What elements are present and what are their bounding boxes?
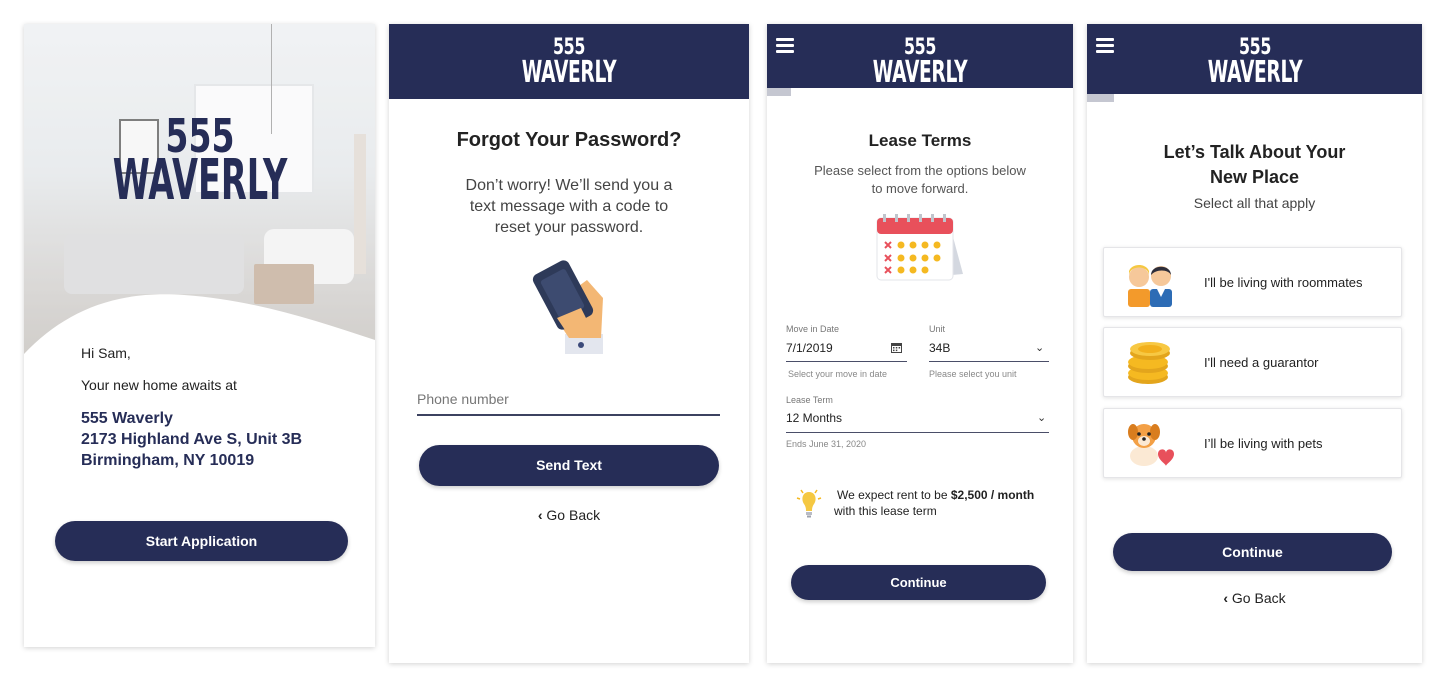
- go-back-label: Go Back: [1231, 590, 1286, 606]
- description-line-2: text message with a code to: [469, 198, 669, 215]
- rent-suffix: with this lease term: [834, 504, 937, 518]
- move-in-label: Move in Date: [786, 324, 840, 334]
- rent-prefix: We expect rent to be: [837, 488, 951, 502]
- page-title: Forgot Your Password?: [456, 129, 682, 151]
- rent-estimate: We expect rent to be $2,500 / month: [837, 487, 1034, 504]
- option-label: I'll need a guarantor: [1204, 355, 1319, 370]
- progress-fill: [1087, 94, 1114, 102]
- logo-word: WAVERLY: [872, 54, 968, 90]
- lease-term-hint: Ends June 31, 2020: [786, 439, 867, 449]
- unit-label: Unit: [929, 324, 946, 334]
- page-subtitle: Select all that apply: [1193, 195, 1316, 211]
- subtitle-line-2: to move forward.: [871, 181, 969, 196]
- lease-subtitle: Please select from the options below to …: [767, 162, 1073, 198]
- start-application-button[interactable]: Start Application: [55, 521, 348, 561]
- brand-logo: 555 WAVERLY: [493, 37, 645, 90]
- brand-logo: 555 WAVERLY: [54, 113, 345, 214]
- brand-logo: 555 WAVERLY: [844, 37, 996, 90]
- logo-word: WAVERLY: [1207, 54, 1302, 90]
- option-guarantor[interactable]: I'll need a guarantor: [1103, 327, 1402, 397]
- title-line-2: New Place: [1209, 167, 1300, 187]
- move-in-underline: [786, 361, 907, 362]
- page-title: Lease Terms: [868, 131, 972, 150]
- menu-icon[interactable]: [776, 38, 794, 53]
- lightbulb-icon: [796, 489, 822, 518]
- send-text-button[interactable]: Send Text: [419, 445, 719, 486]
- greeting: Hi Sam,: [81, 345, 131, 361]
- lease-terms-screen: 555 WAVERLY Lease Terms Please select fr…: [767, 24, 1073, 663]
- move-in-date-field[interactable]: 7/1/2019: [786, 341, 833, 355]
- forgot-description: Don’t worry! We’ll send you a text messa…: [389, 175, 749, 238]
- page-title: Let’s Talk About Your New Place: [1087, 140, 1422, 190]
- logo-word: WAVERLY: [112, 148, 288, 214]
- hero-curve: [24, 294, 375, 382]
- lease-term-label: Lease Term: [786, 395, 833, 405]
- unit-select[interactable]: 34B: [929, 341, 950, 355]
- chevron-left-icon: ‹: [537, 507, 543, 523]
- calendar-small-icon[interactable]: [891, 342, 902, 353]
- description-line-1: Don’t worry! We’ll send you a: [465, 177, 673, 194]
- phone-number-input[interactable]: Phone number: [417, 391, 509, 407]
- header-bar: 555 WAVERLY: [1087, 24, 1422, 94]
- welcome-screen: 555 WAVERLY Hi Sam, Your new home awaits…: [24, 24, 375, 647]
- chevron-down-icon[interactable]: ⌄: [1035, 341, 1044, 354]
- menu-icon[interactable]: [1096, 38, 1114, 53]
- new-place-screen: 555 WAVERLY Let’s Talk About Your New Pl…: [1087, 24, 1422, 663]
- phone-input-underline: [417, 414, 720, 416]
- progress-fill: [767, 88, 792, 96]
- forgot-password-screen: 555 WAVERLY Forgot Your Password? Don’t …: [389, 24, 749, 663]
- progress-bar: [767, 88, 1073, 96]
- rent-amount: $2,500 / month: [950, 488, 1035, 502]
- logo-word: WAVERLY: [521, 54, 617, 90]
- progress-bar: [1087, 94, 1422, 102]
- option-label: I'll be living with roommates: [1204, 275, 1363, 290]
- option-pets[interactable]: I’ll be living with pets: [1103, 408, 1402, 478]
- go-back-link[interactable]: ‹ Go Back: [389, 507, 749, 523]
- welcome-subtitle: Your new home awaits at: [81, 377, 237, 393]
- chevron-left-icon: ‹: [1223, 590, 1229, 606]
- dog-icon: [1128, 424, 1174, 466]
- calendar-icon: [876, 214, 963, 281]
- property-address: 555 Waverly 2173 Highland Ave S, Unit 3B…: [81, 408, 302, 471]
- address-line-3: Birmingham, NY 10019: [81, 452, 255, 469]
- unit-hint: Please select you unit: [929, 369, 1017, 379]
- coins-icon: [1128, 342, 1170, 384]
- title-line-1: Let’s Talk About Your: [1163, 142, 1346, 162]
- option-roommates[interactable]: I'll be living with roommates: [1103, 247, 1402, 317]
- go-back-link[interactable]: ‹ Go Back: [1087, 590, 1422, 606]
- continue-button[interactable]: Continue: [1113, 533, 1392, 571]
- subtitle-line-1: Please select from the options below: [814, 163, 1026, 178]
- lease-term-underline: [786, 432, 1049, 433]
- header-bar: 555 WAVERLY: [767, 24, 1073, 90]
- chevron-down-icon[interactable]: ⌄: [1037, 411, 1046, 424]
- go-back-label: Go Back: [546, 507, 601, 523]
- unit-underline: [929, 361, 1049, 362]
- phone-hand-icon: [532, 260, 603, 354]
- lease-term-select[interactable]: 12 Months: [786, 411, 842, 425]
- description-line-3: reset your password.: [494, 219, 644, 236]
- address-line-1: 555 Waverly: [81, 410, 173, 427]
- continue-button[interactable]: Continue: [791, 565, 1046, 600]
- brand-logo: 555 WAVERLY: [1178, 37, 1330, 90]
- option-label: I’ll be living with pets: [1204, 436, 1323, 451]
- header-bar: 555 WAVERLY: [389, 24, 749, 99]
- move-in-hint: Select your move in date: [788, 369, 888, 379]
- roommates-icon: [1128, 265, 1172, 307]
- address-line-2: 2173 Highland Ave S, Unit 3B: [81, 431, 303, 448]
